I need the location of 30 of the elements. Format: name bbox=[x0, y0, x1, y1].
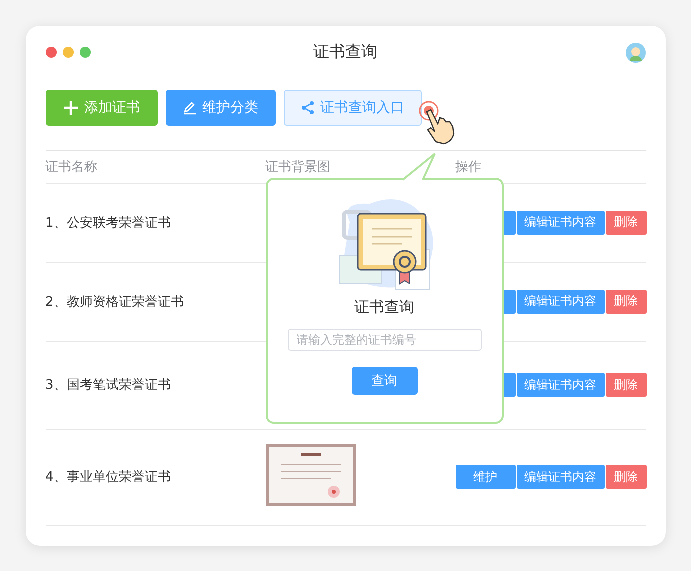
share-icon bbox=[300, 100, 314, 114]
certificate-name: 1、公安联考荣誉证书 bbox=[46, 214, 172, 232]
plus-icon bbox=[62, 100, 78, 116]
action-button[interactable]: 编辑证书内容 bbox=[516, 210, 604, 234]
column-header: 操作 bbox=[456, 158, 482, 176]
minimize-icon[interactable] bbox=[62, 47, 74, 58]
pencil-icon bbox=[182, 100, 196, 114]
action-button[interactable]: 编辑证书内容 bbox=[516, 465, 604, 489]
avatar-icon[interactable] bbox=[626, 42, 646, 62]
certificate-name: 2、教师资格证荣誉证书 bbox=[46, 294, 185, 310]
certificate-name: 4、事业单位荣誉证书 bbox=[46, 469, 172, 486]
certificate-number-field[interactable]: 请输入完整的证书编号 bbox=[288, 328, 482, 350]
toolbar-button[interactable]: 证书查询入口 bbox=[284, 90, 422, 126]
column-header: 证书背景图 bbox=[266, 158, 330, 176]
delete-button[interactable]: 删除 bbox=[606, 465, 646, 489]
action-button[interactable]: 编辑证书内容 bbox=[516, 373, 604, 397]
close-icon[interactable] bbox=[46, 47, 56, 58]
query-button[interactable]: 查询 bbox=[352, 366, 418, 394]
action-button[interactable]: 维护 bbox=[456, 465, 516, 489]
delete-button[interactable]: 删除 bbox=[606, 373, 646, 397]
column-header: 证书名称 bbox=[46, 158, 98, 176]
window-title: 证书查询 bbox=[314, 42, 378, 63]
popup-title: 证书查询 bbox=[354, 298, 414, 316]
delete-button[interactable]: 删除 bbox=[606, 210, 646, 234]
maximize-icon[interactable] bbox=[80, 47, 90, 58]
toolbar-button[interactable]: 添加证书 bbox=[46, 90, 158, 126]
delete-button[interactable]: 删除 bbox=[606, 290, 646, 314]
certificate-name: 3、国考笔试荣誉证书 bbox=[46, 377, 172, 394]
toolbar-button[interactable]: 维护分类 bbox=[166, 90, 276, 126]
action-button[interactable]: 编辑证书内容 bbox=[516, 290, 604, 314]
